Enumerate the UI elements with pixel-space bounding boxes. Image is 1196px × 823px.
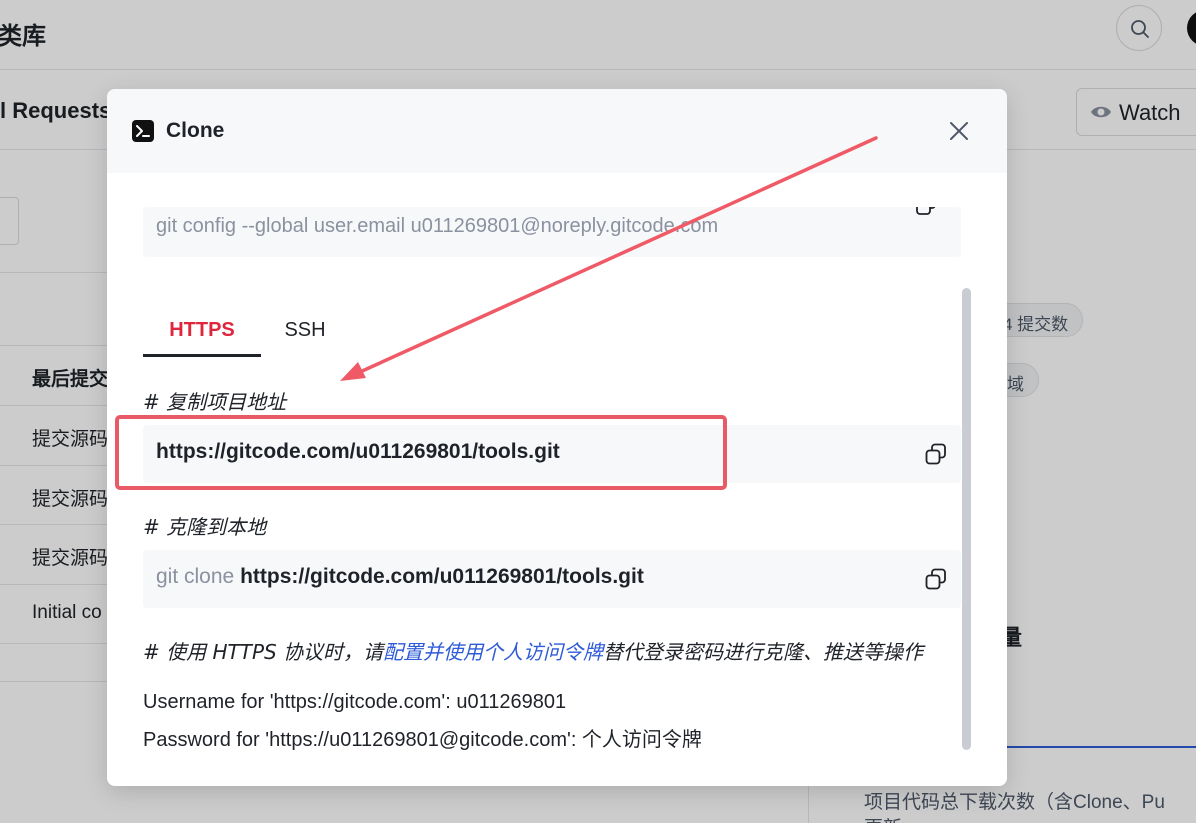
arrow-annotation bbox=[340, 136, 878, 381]
